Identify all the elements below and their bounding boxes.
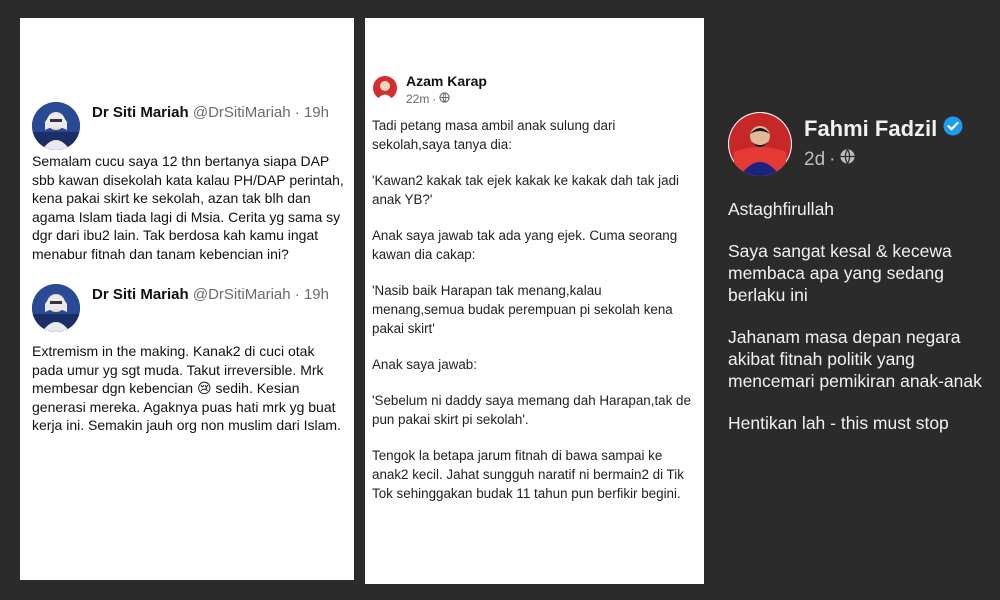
avatar[interactable] [32,102,80,150]
post-body: Astaghfirullah Saya sangat kesal & kecew… [728,198,994,454]
post-meta: 2d · [804,148,856,171]
post-time[interactable]: 2d [804,149,825,171]
post-header: Azam Karap 22m · [372,73,694,113]
post-paragraph: Jahanam masa depan negara akibat fitnah … [728,327,982,391]
author-name[interactable]: Dr Siti Mariah [92,104,189,121]
tweet-header: Dr Siti Mariah @DrSitiMariah · 19h [32,284,346,334]
tweet-screenshot-panel: Dr Siti Mariah @DrSitiMariah · 19h Semal… [20,18,354,580]
post-paragraph: 'Nasib baik Harapan tak menang,kalau men… [372,283,673,336]
author-handle[interactable]: @DrSitiMariah [193,286,291,303]
tweet-author-line: Dr Siti Mariah @DrSitiMariah · 19h [92,104,329,121]
post-paragraph: Anak saya jawab tak ada yang ejek. Cuma … [372,228,678,262]
tweet: Dr Siti Mariah @DrSitiMariah · 19h Extre… [32,284,346,435]
author-name[interactable]: Fahmi Fadzil [804,116,937,142]
facebook-post-dark-panel: Fahmi Fadzil 2d · Astaghfirullah Saya sa… [712,0,1000,600]
globe-icon [839,148,856,171]
author-name[interactable]: Azam Karap [406,73,487,89]
avatar[interactable] [32,284,80,332]
globe-icon [439,92,450,106]
facebook-post-panel: Azam Karap 22m · Tadi petang masa ambil … [365,18,704,584]
tweet-author-line: Dr Siti Mariah @DrSitiMariah · 19h [92,286,329,303]
author-name[interactable]: Dr Siti Mariah [92,286,189,303]
post-paragraph: Saya sangat kesal & kecewa membaca apa y… [728,241,952,305]
post-paragraph: Tadi petang masa ambil anak sulung dari … [372,118,616,152]
post-paragraph: 'Kawan2 kakak tak ejek kakak ke kakak da… [372,173,679,207]
post-paragraph: Anak saya jawab: [372,357,477,372]
post-time[interactable]: 22m [406,92,429,106]
post-paragraph: Tengok la betapa jarum fitnah di bawa sa… [372,448,684,501]
post-paragraph: 'Sebelum ni daddy saya memang dah Harapa… [372,393,691,427]
separator-dot: · [432,92,437,106]
author-name-line: Fahmi Fadzil [804,116,963,142]
separator-dot: · [294,286,300,303]
tweet-text: Semalam cucu saya 12 thn bertanya siapa … [32,153,344,262]
post-meta: 22m · [406,92,450,106]
post-body: Tadi petang masa ambil anak sulung dari … [372,116,694,520]
tweet-time[interactable]: 19h [304,286,329,303]
tweet-time[interactable]: 19h [304,104,329,121]
tweet-text: Extremism in the making. Kanak2 di cuci … [32,343,341,433]
tweet-header: Dr Siti Mariah @DrSitiMariah · 19h [32,102,346,152]
avatar[interactable] [728,112,792,176]
post-paragraph: Astaghfirullah [728,199,835,219]
post-paragraph: Hentikan lah - this must stop [728,413,949,433]
verified-badge-icon [943,116,963,142]
avatar[interactable] [372,75,398,101]
tweet: Dr Siti Mariah @DrSitiMariah · 19h Semal… [32,102,346,263]
separator-dot: · [294,104,300,121]
separator-dot: · [829,148,836,170]
post-header: Fahmi Fadzil 2d · [728,112,1000,182]
author-handle[interactable]: @DrSitiMariah [193,104,291,121]
